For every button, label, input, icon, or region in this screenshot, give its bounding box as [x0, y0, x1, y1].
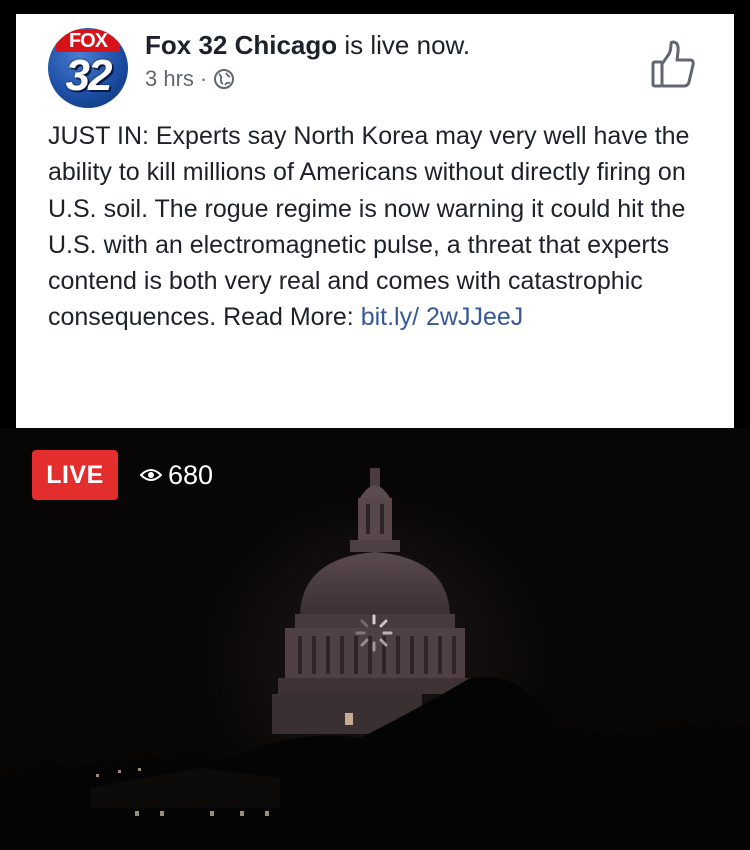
spinner-icon: [355, 614, 393, 652]
avatar-logo-text: FOX: [56, 30, 120, 52]
avatar-logo-number: 32: [65, 51, 113, 100]
page-avatar[interactable]: FOX 32: [48, 28, 128, 108]
read-more-link[interactable]: bit.ly/ 2wJJeeJ: [361, 303, 524, 331]
live-video-player[interactable]: LIVE 680: [0, 428, 750, 850]
globe-icon: [214, 69, 235, 89]
live-badge: LIVE: [32, 450, 118, 500]
post-header: Fox 32 Chicago is live now.: [145, 30, 470, 61]
post-timestamp[interactable]: 3 hrs: [145, 66, 194, 92]
eye-icon: [140, 469, 162, 481]
post-card: FOX 32 Fox 32 Chicago is live now. 3 hrs…: [16, 14, 734, 428]
viewer-count-number: 680: [168, 459, 214, 490]
post-body-text: JUST IN: Experts say North Korea may ver…: [48, 122, 690, 332]
post-meta: 3 hrs ·: [145, 66, 235, 92]
viewer-count: 680: [140, 450, 213, 500]
live-status-text: is live now.: [337, 30, 471, 60]
page-name-link[interactable]: Fox 32 Chicago: [145, 30, 337, 60]
meta-separator: ·: [199, 66, 208, 91]
thumbs-up-icon[interactable]: [650, 40, 696, 90]
post-body: JUST IN: Experts say North Korea may ver…: [48, 118, 718, 336]
